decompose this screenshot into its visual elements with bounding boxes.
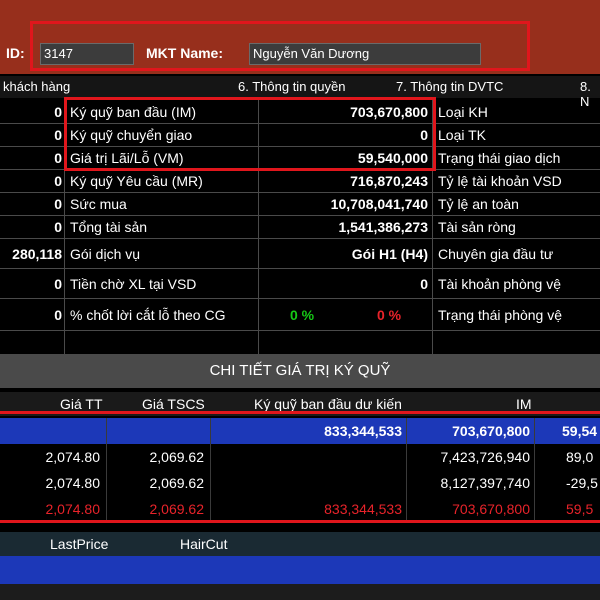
col-gia-tscs[interactable]: Giá TSCS	[142, 396, 205, 412]
tab-8[interactable]: 8. N	[580, 79, 600, 109]
info-value: 10,708,041,740	[330, 196, 428, 212]
table-divider	[534, 418, 535, 522]
grid-divider	[64, 98, 65, 354]
tab-thong-tin-quyen[interactable]: 6. Thông tin quyền	[238, 79, 345, 94]
left-value: 0	[54, 150, 62, 166]
id-label: ID:	[6, 45, 25, 61]
col-last-price[interactable]: LastPrice	[50, 536, 108, 552]
info-value: 703,670,800	[350, 104, 428, 120]
right-label: Loại KH	[438, 104, 488, 120]
section-banner: CHI TIẾT GIÁ TRỊ KÝ QUỸ	[0, 354, 600, 388]
info-value: 59,540,000	[357, 150, 428, 166]
cell-gia-tscs: 2,069.62	[149, 501, 205, 517]
grid-divider	[0, 238, 600, 239]
table-row[interactable]: 2,074.80 2,069.62 7,423,726,940 89,0	[0, 444, 600, 470]
total-kq: 833,344,533	[324, 423, 402, 439]
grid-divider	[0, 169, 600, 170]
grid-divider	[0, 330, 600, 331]
left-value: 0	[54, 276, 62, 292]
right-label: Tỷ lệ tài khoản VSD	[438, 173, 562, 189]
cell-gia-tscs: 2,069.62	[149, 475, 205, 491]
col-ky-quy-du-kien[interactable]: Ký quỹ ban đầu dư kiến	[254, 396, 402, 412]
id-field[interactable]: 3147	[40, 43, 134, 65]
account-header: ID: 3147 MKT Name: Nguyễn Văn Dương	[0, 0, 600, 74]
info-label: Tiền chờ XL tại VSD	[70, 276, 197, 292]
tab-strip: khách hàng 6. Thông tin quyền 7. Thông t…	[0, 76, 600, 109]
table-divider	[106, 418, 107, 522]
left-value: 0	[54, 219, 62, 235]
grid-divider	[0, 298, 600, 299]
right-label: Loại TK	[438, 127, 486, 143]
right-label: Tỷ lệ an toàn	[438, 196, 519, 212]
cell-kq: 833,344,533	[324, 501, 402, 517]
total-im: 703,670,800	[452, 423, 530, 439]
margin-table-header: Giá TT Giá TSCS Ký quỹ ban đầu dư kiến I…	[0, 392, 600, 416]
info-label: Ký quỹ ban đầu (IM)	[70, 104, 197, 120]
grid-divider	[0, 192, 600, 193]
left-value: 0	[54, 127, 62, 143]
cell-gia-tt: 2,074.80	[45, 501, 101, 517]
info-label: Sức mua	[70, 196, 127, 212]
grid-divider	[0, 123, 600, 124]
info-value: 716,870,243	[350, 173, 428, 189]
cell-gia-tscs: 2,069.62	[149, 449, 205, 465]
tab-thong-tin-dvtc[interactable]: 7. Thông tin DVTC	[396, 79, 503, 94]
info-label: Ký quỹ chuyển giao	[70, 127, 193, 143]
grid-divider	[0, 268, 600, 269]
cell-extra: 59,5	[566, 501, 594, 517]
cell-extra: 89,0	[566, 449, 594, 465]
mkt-name-field[interactable]: Nguyễn Văn Dương	[249, 43, 481, 65]
info-value: 1,541,386,273	[338, 219, 428, 235]
service-package-value: Gói H1 (H4)	[351, 246, 428, 262]
grid-divider	[258, 98, 259, 354]
left-value: 0	[54, 104, 62, 120]
info-label: Ký quỹ Yêu cầu (MR)	[70, 173, 203, 189]
col-im[interactable]: IM	[516, 396, 532, 412]
cell-im: 8,127,397,740	[440, 475, 530, 491]
grid-divider	[0, 215, 600, 216]
cell-gia-tt: 2,074.80	[45, 449, 101, 465]
cell-im: 703,670,800	[452, 501, 530, 517]
stop-loss-percent: 0 %	[377, 307, 402, 323]
left-value: 0	[54, 307, 62, 323]
left-value: 0	[54, 196, 62, 212]
table-divider	[406, 418, 407, 522]
right-label: Tài khoản phòng vệ	[438, 276, 561, 292]
grid-divider	[0, 146, 600, 147]
table-divider	[210, 418, 211, 522]
section-title: CHI TIẾT GIÁ TRỊ KÝ QUỸ	[209, 362, 391, 379]
mkt-name-label: MKT Name:	[146, 45, 224, 61]
cell-gia-tt: 2,074.80	[45, 475, 101, 491]
right-label: Chuyên gia đầu tư	[438, 246, 554, 262]
price-table-header: LastPrice HairCut	[0, 532, 600, 556]
table-row[interactable]: 2,074.80 2,069.62 8,127,397,740 -29,5	[0, 470, 600, 496]
left-value: 280,118	[12, 246, 62, 262]
table-row[interactable]: 2,074.80 2,069.62 833,344,533 703,670,80…	[0, 496, 600, 522]
info-label: Gói dịch vụ	[70, 246, 141, 262]
grid-divider	[432, 98, 433, 354]
take-profit-percent: 0 %	[290, 307, 315, 323]
cell-extra: -29,5	[566, 475, 598, 491]
left-value: 0	[54, 173, 62, 189]
table-footer	[0, 584, 600, 600]
info-label: % chốt lời cắt lỗ theo CG	[70, 307, 226, 323]
price-table-row[interactable]	[0, 556, 600, 584]
cell-im: 7,423,726,940	[440, 449, 530, 465]
right-label: Tài sản ròng	[438, 219, 516, 235]
right-label: Trạng thái phòng vệ	[438, 307, 563, 323]
col-haircut[interactable]: HairCut	[180, 536, 227, 552]
info-label: Giá trị Lãi/Lỗ (VM)	[70, 150, 184, 166]
total-extra: 59,54	[562, 423, 598, 439]
info-label: Tổng tài sản	[70, 219, 148, 235]
col-gia-tt[interactable]: Giá TT	[60, 396, 103, 412]
info-value: 0	[420, 127, 428, 143]
tab-khach-hang[interactable]: khách hàng	[3, 79, 70, 94]
table-total-row[interactable]: 833,344,533 703,670,800 59,54	[0, 418, 600, 444]
right-label: Trạng thái giao dịch	[438, 150, 561, 166]
info-value: 0	[420, 276, 428, 292]
